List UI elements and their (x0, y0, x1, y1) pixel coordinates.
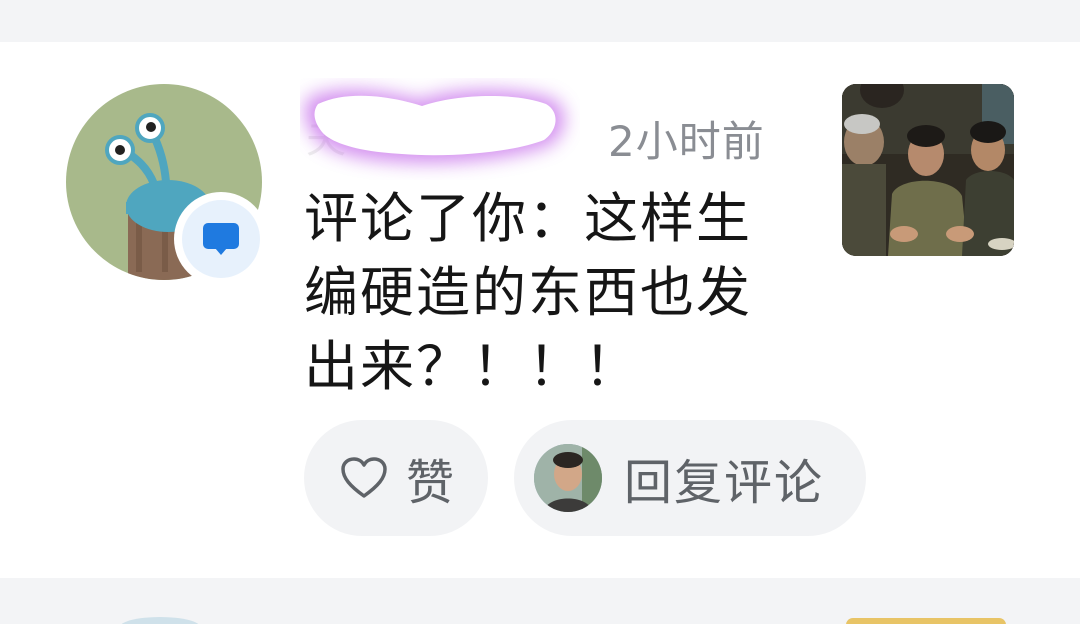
comment-type-badge (174, 192, 268, 286)
heart-outline-icon (341, 457, 387, 498)
my-avatar (534, 444, 602, 512)
post-thumbnail[interactable] (842, 84, 1014, 256)
previous-item-divider (0, 0, 1080, 42)
next-item-thumbnail (846, 618, 1006, 624)
post-thumbnail-image (842, 84, 1014, 256)
like-button[interactable]: 赞 (304, 420, 488, 536)
comment-text[interactable]: 评论了你：这样生编硬造的东西也发出来？！！！ (304, 182, 804, 404)
like-label: 赞 (406, 455, 457, 511)
comment-bubble-icon (203, 223, 239, 255)
timestamp: 2小时前 (608, 117, 765, 166)
reply-label: 回复评论 (624, 455, 825, 511)
reply-comment-button[interactable]: 回复评论 (514, 420, 866, 536)
notifications-page: 夫 2小时前 评论了你：这样生编硬造的东西也发出来？！！！ (0, 0, 1080, 624)
username-redaction (304, 89, 565, 164)
